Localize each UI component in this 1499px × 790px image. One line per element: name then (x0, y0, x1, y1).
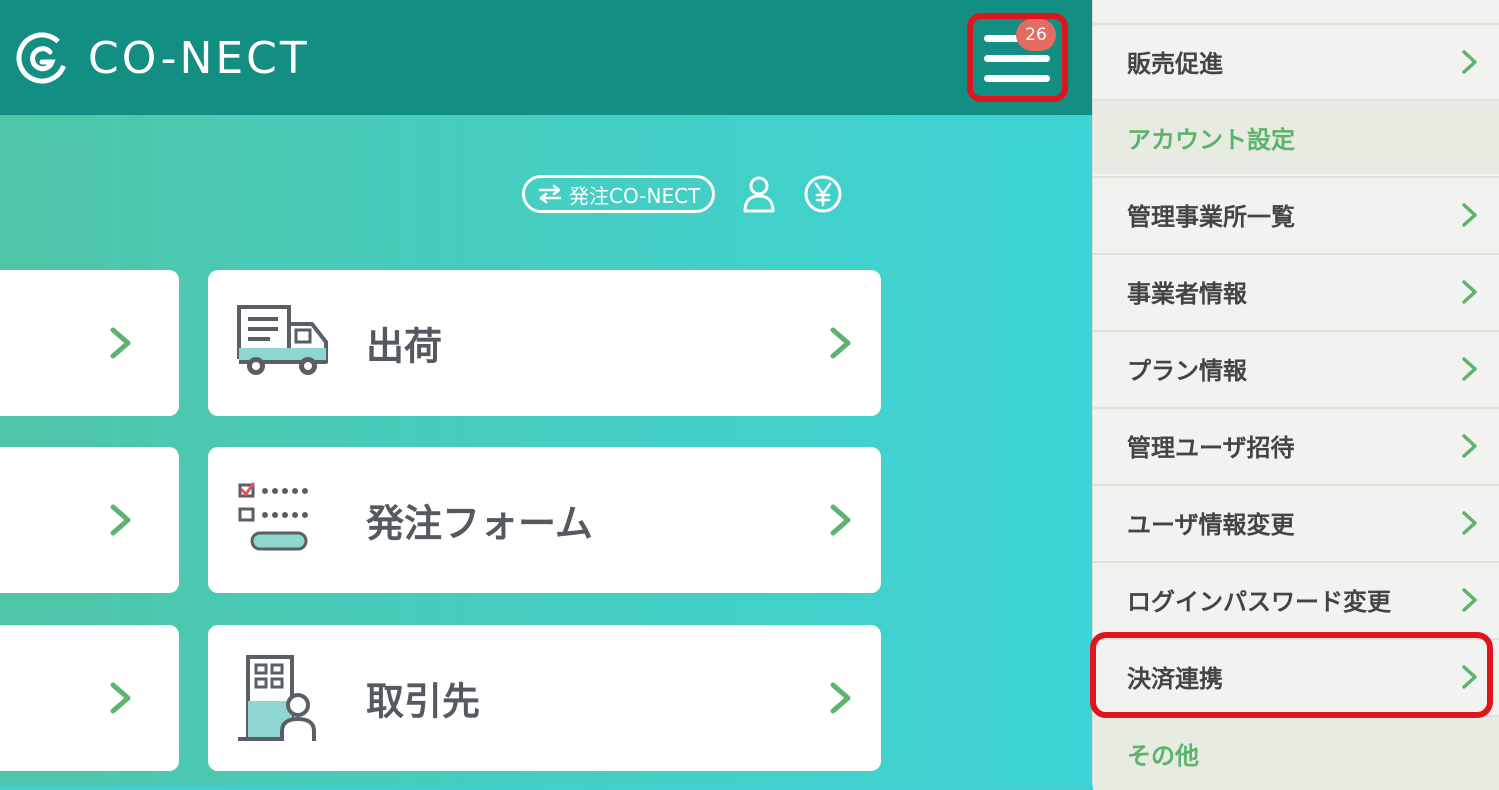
drawer-item-top-partial[interactable] (1093, 0, 1499, 22)
order-conect-switch-label: 発注CO-NECT (569, 183, 701, 208)
chevron-right-icon (1462, 510, 1477, 535)
chevron-right-icon (1462, 279, 1477, 304)
drawer-item-label: ログインパスワード変更 (1127, 587, 1391, 616)
chevron-right-icon (110, 682, 131, 714)
chevron-right-icon (1462, 664, 1477, 689)
utility-toolbar: 発注CO-NECT (522, 173, 843, 215)
chevron-right-icon (1462, 356, 1477, 381)
drawer-item-label: 販売促進 (1127, 49, 1223, 78)
notification-badge: 26 (1016, 19, 1056, 51)
main-area: CO-NECT 発注CO-NECT 出荷 発注フォーム 取引先 (0, 0, 1092, 786)
menu-card-partial[interactable] (0, 270, 179, 416)
drawer-item-label: 管理ユーザ招待 (1127, 433, 1295, 462)
drawer-item-label: 決済連携 (1127, 664, 1223, 693)
drawer-section-other: その他 (1093, 715, 1499, 790)
drawer-item-change-password[interactable]: ログインパスワード変更 (1093, 561, 1499, 636)
drawer-item-payment-integration[interactable]: 決済連携 (1093, 638, 1499, 713)
app-header: CO-NECT (0, 0, 1092, 115)
menu-card-partial[interactable] (0, 447, 179, 593)
card-shipping-label: 出荷 (366, 324, 443, 369)
drawer-item-label: プラン情報 (1127, 356, 1247, 385)
drawer-section-label: アカウント設定 (1127, 125, 1295, 154)
drawer-section-label: その他 (1127, 741, 1199, 770)
chevron-right-icon (1462, 587, 1477, 612)
logo[interactable]: CO-NECT (14, 28, 310, 88)
chevron-right-icon (830, 682, 851, 714)
chevron-right-icon (830, 504, 851, 536)
drawer-item-plan-info[interactable]: プラン情報 (1093, 330, 1499, 405)
drawer-section-account-settings: アカウント設定 (1093, 99, 1499, 174)
card-order-form[interactable]: 発注フォーム (208, 447, 881, 593)
card-shipping[interactable]: 出荷 (208, 270, 881, 416)
chevron-right-icon (1462, 49, 1477, 74)
drawer-item-label: 管理事業所一覧 (1127, 202, 1295, 231)
drawer-item-managed-offices[interactable]: 管理事業所一覧 (1093, 176, 1499, 251)
chevron-right-icon (1462, 433, 1477, 458)
chevron-right-icon (110, 327, 131, 359)
chevron-right-icon (110, 504, 131, 536)
menu-card-partial[interactable] (0, 625, 179, 771)
switch-arrows-icon (538, 184, 562, 204)
order-form-checklist-icon (238, 482, 308, 551)
drawer-item-label: ユーザ情報変更 (1127, 510, 1295, 539)
delivery-truck-icon (237, 305, 328, 375)
drawer-item-change-user-info[interactable]: ユーザ情報変更 (1093, 484, 1499, 559)
drawer-item-business-info[interactable]: 事業者情報 (1093, 253, 1499, 328)
side-drawer-menu: 販売促進 アカウント設定 管理事業所一覧 事業者情報 プラン情報 管理ユーザ招待… (1092, 0, 1499, 790)
order-conect-switch-button[interactable]: 発注CO-NECT (522, 175, 716, 213)
drawer-item-label: 事業者情報 (1127, 279, 1247, 308)
business-partner-icon (238, 655, 316, 741)
card-order-form-label: 発注フォーム (366, 501, 593, 546)
drawer-item-invite-admin-user[interactable]: 管理ユーザ招待 (1093, 407, 1499, 482)
user-icon[interactable] (739, 174, 779, 214)
chevron-right-icon (1462, 202, 1477, 227)
chevron-right-icon (830, 327, 851, 359)
card-business-partner-label: 取引先 (366, 679, 481, 724)
yen-icon[interactable] (803, 174, 843, 214)
card-business-partner[interactable]: 取引先 (208, 625, 881, 771)
drawer-item-sales-promotion[interactable]: 販売促進 (1093, 23, 1499, 98)
logo-text: CO-NECT (88, 32, 310, 84)
co-nect-logo-icon (16, 32, 68, 84)
